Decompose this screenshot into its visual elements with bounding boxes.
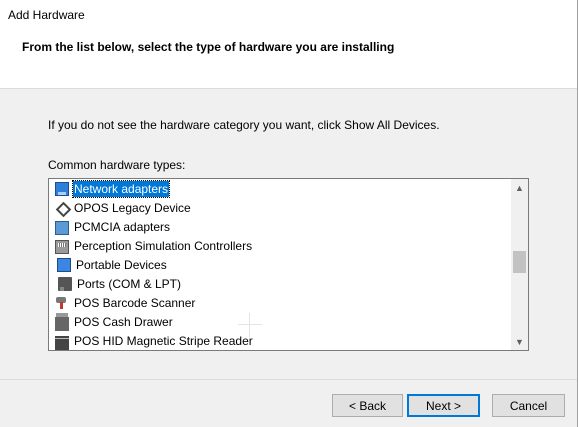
next-button[interactable]: Next > [407,394,480,417]
back-button[interactable]: < Back [332,394,403,417]
perception-controller-icon [55,239,69,254]
list-item-pcmcia-adapters[interactable]: PCMCIA adapters [49,217,511,236]
magnetic-stripe-reader-icon [55,335,69,350]
opos-device-icon [55,201,69,215]
list-item-label: POS HID Magnetic Stripe Reader [74,333,253,348]
chevron-up-icon: ▲ [515,182,524,193]
list-item-network-adapters[interactable]: Network adapters [49,179,511,198]
list-item-label: Ports (COM & LPT) [77,276,182,291]
cancel-button[interactable]: Cancel [492,394,565,417]
wizard-header: Add Hardware From the list below, select… [0,0,577,89]
hardware-types-list: Network adapters OPOS Legacy Device PCMC… [49,179,511,350]
barcode-scanner-icon [55,296,69,310]
list-item-label: PCMCIA adapters [74,219,171,234]
list-item-perception-simulation-controllers[interactable]: Perception Simulation Controllers [49,236,511,255]
pcmcia-adapter-icon [55,220,69,235]
list-item-label: Perception Simulation Controllers [74,238,253,253]
scrollbar-thumb[interactable] [513,251,526,273]
hardware-types-label: Common hardware types: [48,158,186,172]
list-item-pos-cash-drawer[interactable]: POS Cash Drawer [49,312,511,331]
page-heading: From the list below, select the type of … [22,40,395,54]
instruction-text: If you do not see the hardware category … [48,118,440,132]
list-item-opos-legacy-device[interactable]: OPOS Legacy Device [49,198,511,217]
cash-drawer-icon [55,312,69,331]
vertical-scrollbar[interactable]: ▲ ▼ [511,179,528,350]
list-item-ports[interactable]: Ports (COM & LPT) [49,274,511,293]
chevron-down-icon: ▼ [515,336,524,347]
footer-divider [0,379,577,380]
scroll-up-button[interactable]: ▲ [511,179,528,196]
list-item-portable-devices[interactable]: Portable Devices [49,255,511,274]
list-item-label: Portable Devices [76,257,167,272]
list-item-label: OPOS Legacy Device [74,200,191,215]
list-item-label: Network adapters [71,179,171,198]
add-hardware-window: Add Hardware From the list below, select… [0,0,578,427]
scroll-down-button[interactable]: ▼ [511,333,528,350]
list-item-pos-barcode-scanner[interactable]: POS Barcode Scanner [49,293,511,312]
port-icon [58,276,72,291]
list-item-label: POS Barcode Scanner [74,295,196,310]
network-adapter-icon [55,181,69,196]
hardware-types-listbox[interactable]: Network adapters OPOS Legacy Device PCMC… [48,178,529,351]
portable-device-icon [57,257,71,272]
window-title: Add Hardware [8,8,85,22]
list-item-label: POS Cash Drawer [74,314,173,329]
list-item-pos-hid-magnetic-stripe-reader[interactable]: POS HID Magnetic Stripe Reader [49,331,511,350]
